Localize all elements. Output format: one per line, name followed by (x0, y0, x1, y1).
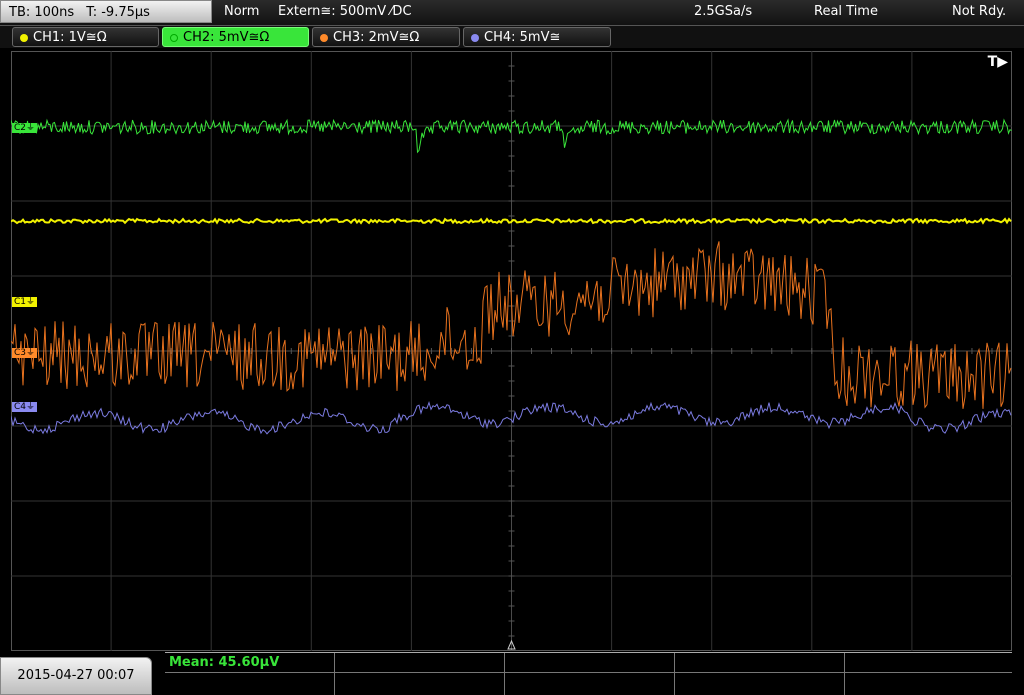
mean-measurement: Mean: 45.60µV (169, 655, 280, 670)
channel-3-marker[interactable]: C3⏚ (12, 348, 38, 358)
trigger-source[interactable]: Extern≅: 500mV ⁄DC (278, 0, 412, 24)
measurement-table[interactable]: Mean: 45.60µV (165, 652, 1012, 695)
channel-2-marker[interactable]: C2⏚ (12, 123, 38, 133)
trigger-time-icon: T▶ (987, 54, 1008, 70)
measurement-cell (505, 653, 675, 673)
measurement-cell (675, 653, 845, 673)
measurement-cell (675, 673, 845, 695)
channel-4-tab[interactable]: CH4: 5mV≅ (463, 27, 611, 47)
channel-dot-icon (20, 34, 28, 42)
acquisition-mode[interactable]: Real Time (814, 0, 878, 24)
channel-4-marker[interactable]: C4⏚ (12, 402, 38, 412)
channel-2-tab[interactable]: CH2: 5mV≅Ω (162, 27, 309, 47)
channel-1-marker[interactable]: C1⏚ (12, 297, 38, 307)
channel-dot-icon (320, 34, 328, 42)
waveform-display[interactable] (11, 51, 1012, 651)
channel-dot-icon (170, 34, 178, 42)
channel-3-tab[interactable]: CH3: 2mV≅Ω (312, 27, 460, 47)
channel-4-label: CH4: 5mV≅ (484, 30, 561, 45)
measurement-cell: Mean: 45.60µV (165, 653, 335, 673)
channel-3-label: CH3: 2mV≅Ω (333, 30, 420, 45)
time-offset-value: T: -9.75µs (86, 5, 150, 20)
datetime-box: 2015-04-27 00:07 (0, 657, 152, 695)
channel-bar: CH1: 1V≅Ω CH2: 5mV≅Ω CH3: 2mV≅Ω CH4: 5mV… (0, 26, 1024, 48)
measurement-cell (165, 673, 335, 695)
channel-dot-icon (471, 34, 479, 42)
datetime-text: 2015-04-27 00:07 (17, 668, 135, 683)
timebase-box[interactable]: TB: 100ns T: -9.75µs (0, 0, 212, 23)
sample-rate: 2.5GSa/s (694, 4, 753, 19)
measurement-cell (335, 653, 505, 673)
channel-1-tab[interactable]: CH1: 1V≅Ω (12, 27, 159, 47)
channel-1-label: CH1: 1V≅Ω (33, 30, 107, 45)
channel-2-label: CH2: 5mV≅Ω (183, 30, 270, 45)
trigger-mode[interactable]: Norm (224, 0, 259, 24)
measurement-cell (505, 673, 675, 695)
measurement-cell (845, 653, 1012, 673)
measurement-cell (335, 673, 505, 695)
acquisition-state: Not Rdy. (952, 4, 1007, 19)
graticule (11, 51, 1012, 651)
timebase-value: TB: 100ns (9, 5, 75, 20)
status-bar: TB: 100ns T: -9.75µs Norm Extern≅: 500mV … (0, 0, 1024, 26)
waveform-svg (11, 51, 1012, 651)
